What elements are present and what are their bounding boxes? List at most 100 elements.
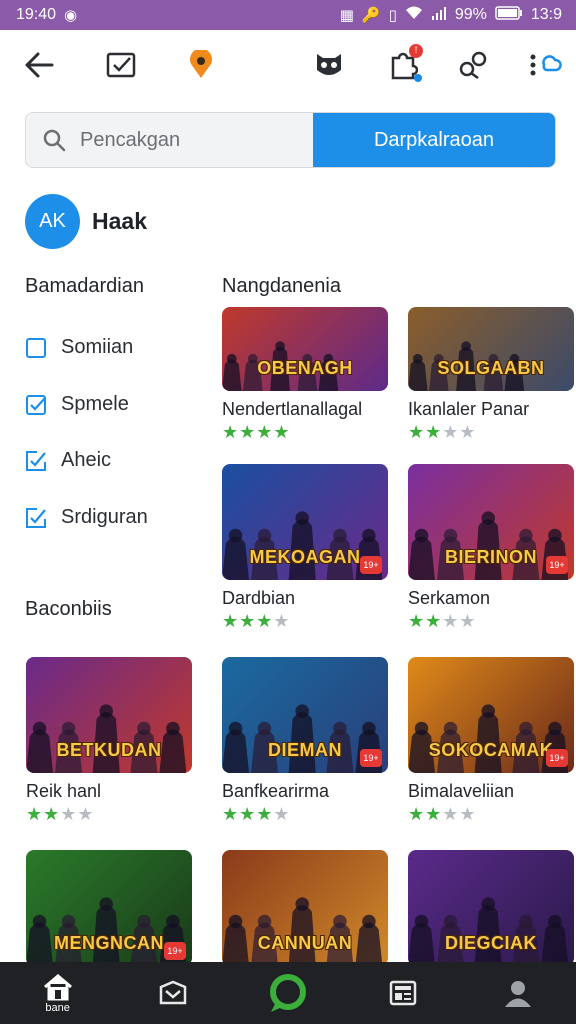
star-rating: ★★★★: [222, 611, 388, 632]
checked-box-icon: [25, 394, 47, 416]
filter-item[interactable]: Aheic: [25, 449, 111, 472]
game-card[interactable]: OBENAGH Nendertlanallagal ★★★★: [222, 307, 388, 443]
star-rating: ★★★★: [408, 422, 574, 443]
status-clock-right: 13:9: [530, 6, 562, 23]
mask-icon[interactable]: [312, 48, 346, 82]
nav-home-label: bane: [45, 1001, 70, 1014]
star-icon: ★: [442, 804, 460, 824]
age-rating-badge: 19+: [164, 942, 186, 960]
star-rating: ★★★★: [26, 804, 192, 825]
game-card[interactable]: SOLGAABN Ikanlaler Panar ★★★★: [408, 307, 574, 443]
star-icon: ★: [222, 804, 240, 824]
nav-chat[interactable]: [258, 965, 318, 1021]
game-logo-text: CANNUAN: [257, 933, 353, 953]
star-icon: ★: [273, 804, 291, 824]
search-field[interactable]: [26, 113, 313, 167]
game-card[interactable]: BIERINON 19+ Serkamon ★★★★: [408, 464, 574, 632]
unchecked-box-icon: [25, 337, 47, 359]
game-thumbnail[interactable]: OBENAGH: [222, 307, 388, 391]
game-name: Serkamon: [408, 588, 491, 608]
battery-icon: [495, 5, 523, 25]
nav-profile[interactable]: [488, 965, 548, 1021]
nav-news[interactable]: [373, 965, 433, 1021]
game-card[interactable]: MEKOAGAN 19+ Dardbian ★★★★: [222, 464, 388, 632]
signal-icon: [431, 6, 447, 24]
profile-name: Haak: [92, 208, 147, 234]
game-thumbnail[interactable]: BETKUDAN: [26, 657, 192, 773]
game-name: Ikanlaler Panar: [408, 399, 530, 419]
game-name: Nendertlanallagal: [222, 399, 363, 419]
bottom-nav: bane: [0, 962, 576, 1024]
game-thumbnail[interactable]: SOLGAABN: [408, 307, 574, 391]
star-rating: ★★★★: [222, 804, 388, 825]
game-card[interactable]: CANNUAN: [222, 850, 388, 966]
game-logo-text: OBENAGH: [257, 358, 353, 378]
star-icon: ★: [408, 611, 426, 631]
game-thumbnail[interactable]: CANNUAN: [222, 850, 388, 966]
share-icon[interactable]: [456, 48, 490, 82]
star-icon: ★: [77, 804, 95, 824]
star-icon: ★: [425, 422, 443, 442]
filter-item[interactable]: Spmele: [25, 393, 129, 416]
checked-box-icon: [25, 450, 47, 472]
section-title-left: Bamadardian: [25, 275, 144, 297]
filter-label: Spmele: [61, 393, 129, 415]
section-title-top: Nangdanenia: [222, 275, 341, 297]
game-card[interactable]: SOKOCAMAK 19+ Bimalaveliian ★★★★: [408, 657, 574, 825]
filter-label: Somiian: [61, 336, 134, 358]
nav-inbox[interactable]: [143, 965, 203, 1021]
game-name: Banfkearirma: [222, 781, 330, 801]
profile-header[interactable]: AK Haak: [25, 194, 147, 249]
section-title-bottom: Baconbiis: [25, 598, 112, 620]
game-thumbnail[interactable]: BIERINON 19+: [408, 464, 574, 580]
avatar: AK: [25, 194, 80, 249]
puzzle-notification-icon[interactable]: !: [386, 44, 423, 82]
game-card[interactable]: MENGNCAN 19+: [26, 850, 192, 966]
star-icon: ★: [442, 611, 460, 631]
filter-item[interactable]: Srdiguran: [25, 506, 148, 529]
game-thumbnail[interactable]: MENGNCAN 19+: [26, 850, 192, 966]
nav-home[interactable]: bane: [28, 965, 88, 1021]
star-icon: ★: [239, 804, 257, 824]
game-card[interactable]: DIEGCIAK: [408, 850, 574, 966]
notification-icon: ◉: [64, 7, 78, 24]
star-rating: ★★★★: [222, 422, 388, 443]
age-rating-badge: 19+: [360, 749, 382, 767]
status-bar: 19:40 ◉ ▦ 🔑 ▯ 99% 13:9: [0, 0, 576, 30]
search-input[interactable]: [80, 128, 280, 152]
filter-label: Srdiguran: [61, 506, 148, 528]
game-name: Dardbian: [222, 588, 296, 608]
age-rating-badge: 19+: [360, 556, 382, 574]
star-icon: ★: [239, 422, 257, 442]
calendar-icon: ▦: [339, 7, 354, 24]
search-bar: Darpkalraoan: [25, 112, 556, 168]
star-rating: ★★★★: [408, 611, 574, 632]
search-button[interactable]: Darpkalraoan: [313, 113, 555, 167]
star-icon: ★: [459, 804, 477, 824]
back-arrow-icon[interactable]: [22, 48, 56, 82]
news-icon: [389, 980, 417, 1006]
game-thumbnail[interactable]: SOKOCAMAK 19+: [408, 657, 574, 773]
chat-icon: [269, 974, 306, 1012]
status-time: 19:40: [16, 6, 57, 23]
game-card[interactable]: DIEMAN 19+ Banfkearirma ★★★★: [222, 657, 388, 825]
star-icon: ★: [256, 611, 274, 631]
notification-badge: !: [409, 44, 423, 58]
game-name: Bimalaveliian: [408, 781, 515, 801]
star-icon: ★: [459, 611, 477, 631]
search-icon: [43, 129, 66, 152]
star-rating: ★★★★: [408, 804, 574, 825]
checked-box-icon: [25, 507, 47, 529]
game-card[interactable]: BETKUDAN Reik hanl ★★★★: [26, 657, 192, 825]
filter-item[interactable]: Somiian: [25, 336, 133, 359]
game-thumbnail[interactable]: DIEMAN 19+: [222, 657, 388, 773]
location-pin-icon[interactable]: [184, 48, 218, 82]
more-options-icon[interactable]: [528, 48, 562, 82]
game-thumbnail[interactable]: DIEGCIAK: [408, 850, 574, 966]
star-icon: ★: [442, 422, 460, 442]
edit-checkbox-icon[interactable]: [104, 48, 138, 82]
key-icon: 🔑: [361, 7, 381, 24]
game-thumbnail[interactable]: MEKOAGAN 19+: [222, 464, 388, 580]
filter-label: Aheic: [61, 449, 112, 471]
star-icon: ★: [239, 611, 257, 631]
